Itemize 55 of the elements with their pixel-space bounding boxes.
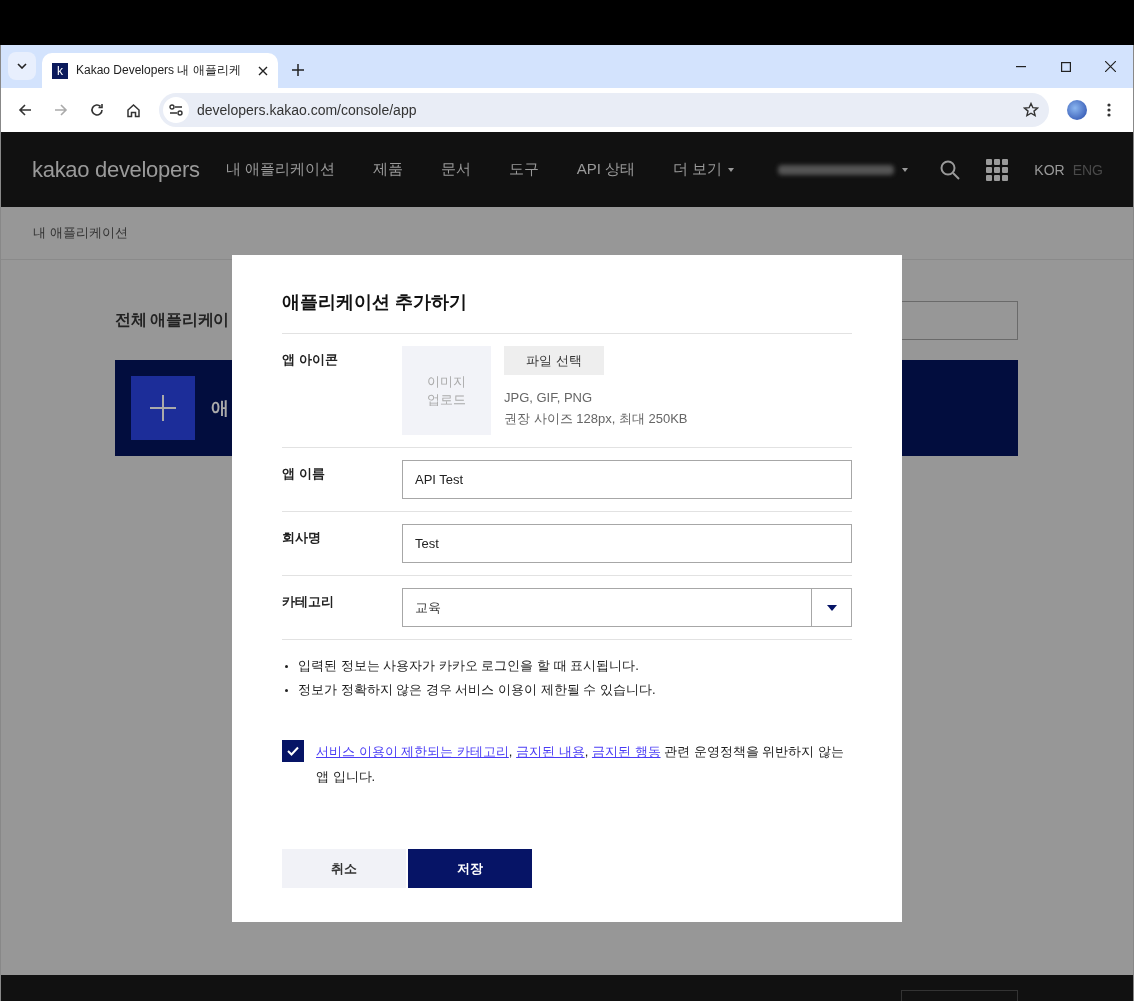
bullet-icon bbox=[285, 689, 288, 692]
site-logo[interactable]: kakao developers bbox=[32, 156, 200, 183]
profile-avatar[interactable] bbox=[1067, 100, 1087, 120]
apps-grid-icon[interactable] bbox=[986, 158, 1009, 181]
note-text: 정보가 정확하지 않은 경우 서비스 이용이 제한될 수 있습니다. bbox=[298, 681, 656, 699]
agreement-text: 서비스 이용이 제한되는 카테고리, 금지된 내용, 금지된 행동 관련 운영정책을 위반하지 않는 앱 입니다. bbox=[316, 743, 845, 786]
card-label: 애 bbox=[211, 397, 229, 420]
language-option[interactable]: KOR bbox=[1034, 161, 1065, 178]
site-settings-icon[interactable] bbox=[163, 97, 189, 123]
category-select[interactable]: 교육 bbox=[402, 588, 852, 627]
dialog-title: 애플리케이션 추가하기 bbox=[282, 291, 468, 314]
browser-tab[interactable]: k Kakao Developers 내 애플리케 bbox=[42, 53, 278, 88]
close-icon[interactable] bbox=[1105, 61, 1116, 72]
close-icon[interactable] bbox=[258, 65, 268, 76]
favicon: k bbox=[52, 62, 68, 79]
policy-link[interactable]: 금지된 내용 bbox=[516, 744, 585, 759]
caret-icon bbox=[902, 167, 909, 172]
field-label: 앱 아이콘 bbox=[282, 351, 339, 369]
search-icon[interactable] bbox=[940, 159, 961, 180]
nav-link[interactable]: 내 애플리케이션 bbox=[225, 160, 335, 179]
field-label: 카테고리 bbox=[282, 593, 335, 611]
check-icon[interactable] bbox=[287, 746, 299, 756]
bookmark-star-icon[interactable] bbox=[1023, 102, 1039, 118]
chevron-down-icon[interactable] bbox=[17, 63, 27, 69]
nav-link[interactable]: 도구 bbox=[508, 160, 539, 179]
reload-icon[interactable] bbox=[90, 103, 104, 117]
note-text: 입력된 정보는 사용자가 카카오 로그인을 할 때 표시됩니다. bbox=[298, 657, 639, 675]
field-label: 앱 이름 bbox=[282, 465, 326, 483]
tab-title: Kakao Developers 내 애플리케 bbox=[76, 62, 242, 79]
breadcrumb[interactable]: 내 애플리케이션 bbox=[33, 224, 128, 242]
maximize-icon[interactable] bbox=[1060, 61, 1071, 72]
new-tab-plus-icon[interactable] bbox=[292, 64, 304, 76]
text-field[interactable]: Test bbox=[402, 524, 852, 563]
nav-link[interactable]: 문서 bbox=[440, 160, 471, 179]
menu-icon[interactable] bbox=[1107, 103, 1111, 117]
agreement-checkbox[interactable] bbox=[282, 740, 304, 762]
size-hint: 권장 사이즈 128px, 최대 250KB bbox=[504, 410, 688, 428]
minimize-icon[interactable] bbox=[1015, 65, 1026, 68]
plus-icon[interactable] bbox=[131, 376, 195, 440]
file-select-button[interactable]: 파일 선택 bbox=[504, 346, 604, 375]
save-button[interactable]: 저장 bbox=[408, 849, 532, 888]
back-arrow-icon[interactable] bbox=[18, 103, 32, 117]
text-field[interactable]: API Test bbox=[402, 460, 852, 499]
bullet-icon bbox=[285, 665, 288, 668]
policy-link[interactable]: 금지된 행동 bbox=[591, 744, 661, 759]
format-hint: JPG, GIF, PNG bbox=[504, 389, 593, 407]
home-icon[interactable] bbox=[125, 102, 141, 118]
page-heading: 전체 애플리케이 bbox=[115, 309, 229, 330]
cancel-button[interactable]: 취소 bbox=[282, 849, 406, 888]
nav-link[interactable]: 제품 bbox=[372, 160, 403, 179]
nav-link[interactable]: API 상태 bbox=[576, 160, 636, 179]
tab-list-button[interactable] bbox=[8, 52, 36, 80]
field-label: 회사명 bbox=[282, 529, 322, 547]
policy-link[interactable]: 서비스 이용이 제한되는 카테고리 bbox=[316, 744, 509, 759]
nav-link[interactable]: 더 보기 bbox=[673, 160, 735, 179]
